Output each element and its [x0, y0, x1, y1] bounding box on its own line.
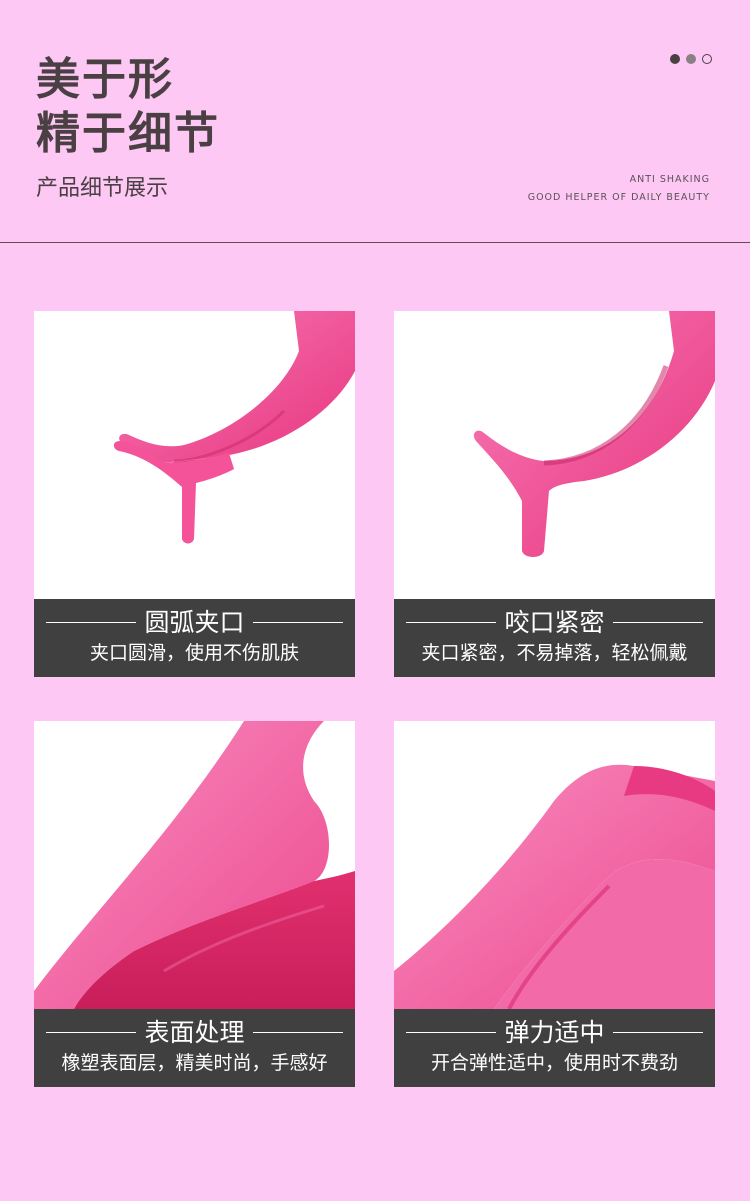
title-line-1: 美于形: [36, 54, 174, 105]
product-photo-surface: [34, 721, 355, 1009]
caption-title: 弹力适中: [504, 1017, 605, 1047]
caption-line-right: [252, 621, 343, 623]
caption-bar: 弹力适中 开合弹性适中，使用时不费劲: [394, 1009, 715, 1087]
caption-desc: 橡塑表面层，精美时尚，手感好: [61, 1052, 328, 1074]
detail-card-tight-bite: 咬口紧密 夹口紧密，不易掉落，轻松佩戴: [394, 311, 715, 677]
caption-title: 圆弧夹口: [144, 607, 245, 637]
caption-desc: 夹口圆滑，使用不伤肌肤: [89, 642, 299, 664]
detail-card-elasticity: 弹力适中 开合弹性适中，使用时不费劲: [394, 721, 715, 1087]
page-dots: [670, 54, 712, 64]
caption-line-left: [406, 621, 497, 623]
subtitle: 产品细节展示: [36, 176, 169, 201]
caption-bar: 表面处理 橡塑表面层，精美时尚，手感好: [34, 1009, 355, 1087]
caption-desc: 夹口紧密，不易掉落，轻松佩戴: [421, 642, 688, 664]
caption-line-right: [252, 1031, 343, 1033]
dot-outline-icon: [702, 54, 712, 64]
dot-icon: [670, 54, 680, 64]
dot-icon: [686, 54, 696, 64]
title-line-2: 精于细节: [36, 108, 220, 159]
header: 美于形 精于细节 产品细节展示 ANTI SHAKING GOOD HELPER…: [0, 0, 750, 243]
header-divider: [0, 242, 750, 243]
caption-bar: 咬口紧密 夹口紧密，不易掉落，轻松佩戴: [394, 599, 715, 677]
caption-line-left: [46, 621, 137, 623]
caption-line-left: [406, 1031, 497, 1033]
caption-bar: 圆弧夹口 夹口圆滑，使用不伤肌肤: [34, 599, 355, 677]
product-photo-tight-bite: [473, 311, 715, 557]
product-photo-elasticity: [394, 764, 715, 1009]
caption-desc: 开合弹性适中，使用时不费劲: [430, 1052, 678, 1074]
english-tagline-2: GOOD HELPER OF DAILY BEAUTY: [527, 192, 710, 203]
english-tagline-1: ANTI SHAKING: [629, 174, 710, 185]
caption-line-right: [612, 1031, 703, 1033]
caption-title: 咬口紧密: [504, 607, 605, 637]
detail-card-surface: 表面处理 橡塑表面层，精美时尚，手感好: [34, 721, 355, 1087]
product-photo-arc-clip: [113, 311, 355, 544]
caption-title: 表面处理: [144, 1017, 245, 1047]
detail-card-arc-clip: 圆弧夹口 夹口圆滑，使用不伤肌肤: [34, 311, 355, 677]
caption-line-right: [612, 621, 703, 623]
caption-line-left: [46, 1031, 137, 1033]
